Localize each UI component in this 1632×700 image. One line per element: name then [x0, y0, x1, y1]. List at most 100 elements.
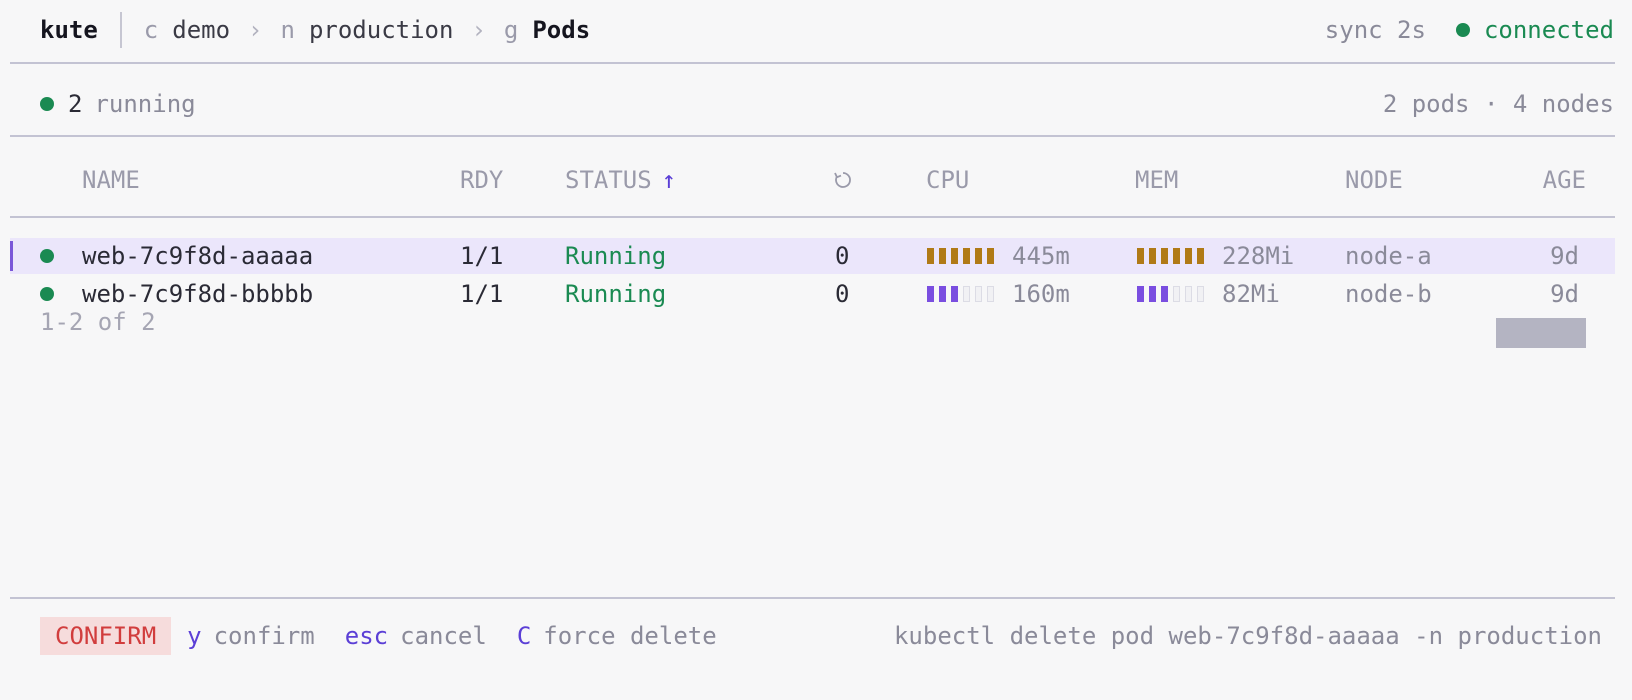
- column-header-node[interactable]: NODE: [1345, 156, 1403, 204]
- column-header-mem[interactable]: MEM: [1135, 156, 1178, 204]
- breadcrumb-resource[interactable]: g Pods: [504, 16, 590, 44]
- connection-status: sync 2s connected: [1325, 16, 1614, 44]
- pod-ready: 1/1: [460, 280, 504, 308]
- meter-segment: [1161, 248, 1168, 264]
- column-header-restarts[interactable]: [832, 156, 854, 204]
- meter-segment: [1185, 248, 1192, 264]
- table-row[interactable]: web-7c9f8d-aaaaa 1/1 Running 0 445m 228M…: [10, 238, 1615, 274]
- pod-age: 9d: [1550, 280, 1579, 308]
- meter-segment: [1197, 248, 1204, 264]
- column-header-ready[interactable]: RDY: [460, 156, 503, 204]
- top-bar: kute c demo › n production › g Pods sync 2s…: [40, 0, 1614, 60]
- table-row[interactable]: web-7c9f8d-bbbbb 1/1 Running 0 160m 82Mi…: [10, 276, 1615, 312]
- breadcrumb-value: production: [308, 16, 454, 44]
- breadcrumb: c demo › n production › g Pods: [144, 16, 590, 44]
- restart-icon: [834, 172, 851, 188]
- meter-segment: [951, 286, 958, 302]
- pod-mem-value: 82Mi: [1222, 280, 1280, 308]
- scrollbar-thumb[interactable]: [1496, 318, 1586, 348]
- connection-label: connected: [1483, 16, 1614, 44]
- breadcrumb-context[interactable]: c demo: [144, 16, 230, 44]
- cpu-usage-meter: [927, 286, 994, 302]
- footer-bar: CONFIRM y confirm esc cancel C force del…: [40, 616, 1602, 656]
- chevron-right-icon: ›: [248, 16, 263, 44]
- breadcrumb-namespace[interactable]: n production: [281, 16, 454, 44]
- column-header-cpu[interactable]: CPU: [926, 156, 969, 204]
- meter-segment: [963, 286, 970, 302]
- meter-segment: [1149, 248, 1156, 264]
- pagination-label: 1-2 of 2: [40, 308, 156, 336]
- pod-status: Running: [565, 242, 667, 270]
- meter-segment: [975, 248, 982, 264]
- pod-node: node-a: [1345, 242, 1432, 270]
- pod-name: web-7c9f8d-aaaaa: [82, 242, 314, 270]
- mem-usage-meter: [1137, 248, 1204, 264]
- pod-age: 9d: [1550, 242, 1579, 270]
- keybind-label: confirm: [213, 622, 315, 650]
- sync-interval: sync 2s: [1324, 16, 1426, 44]
- breadcrumb-key: g: [503, 16, 519, 44]
- keybind-key: y: [187, 622, 202, 650]
- meter-segment: [975, 286, 982, 302]
- pod-ready: 1/1: [460, 242, 504, 270]
- keybind-force-delete[interactable]: C force delete: [501, 622, 717, 650]
- divider: [10, 62, 1615, 64]
- chevron-right-icon: ›: [471, 16, 486, 44]
- meter-segment: [951, 248, 958, 264]
- pod-mem-value: 228Mi: [1222, 242, 1295, 270]
- keybind-label: force delete: [543, 622, 717, 650]
- pod-status-icon: [40, 287, 54, 301]
- meter-segment: [963, 248, 970, 264]
- mem-usage-meter: [1137, 286, 1204, 302]
- meter-segment: [1197, 286, 1204, 302]
- meter-segment: [1137, 286, 1144, 302]
- pod-restarts: 0: [835, 280, 850, 308]
- column-header-status[interactable]: STATUS ↑: [565, 156, 676, 204]
- meter-segment: [939, 286, 946, 302]
- divider: [10, 597, 1615, 599]
- pod-mem: 82Mi: [1137, 276, 1280, 312]
- pod-status-icon: [40, 249, 54, 263]
- column-header-age[interactable]: AGE: [1543, 156, 1586, 204]
- meter-segment: [939, 248, 946, 264]
- keybind-confirm[interactable]: y confirm: [171, 622, 315, 650]
- pod-node: node-b: [1345, 280, 1432, 308]
- meter-segment: [1173, 286, 1180, 302]
- pod-status: Running: [565, 280, 667, 308]
- meter-segment: [927, 248, 934, 264]
- pod-cpu-value: 445m: [1012, 242, 1070, 270]
- pod-cpu: 445m: [927, 238, 1070, 274]
- pod-cpu-value: 160m: [1012, 280, 1070, 308]
- cpu-usage-meter: [927, 248, 994, 264]
- cluster-stats: 2 pods · 4 nodes: [1382, 90, 1614, 118]
- sort-ascending-icon: ↑: [661, 166, 677, 194]
- running-label: running: [94, 90, 196, 118]
- meter-segment: [1161, 286, 1168, 302]
- divider: [10, 135, 1615, 137]
- running-status-icon: [40, 97, 54, 111]
- meter-segment: [987, 248, 994, 264]
- summary-bar: 2 running 2 pods · 4 nodes: [40, 84, 1614, 124]
- title-divider: [119, 12, 122, 48]
- mode-badge: CONFIRM: [40, 617, 172, 655]
- meter-segment: [987, 286, 994, 302]
- command-preview: kubectl delete pod web-7c9f8d-aaaaa -n p…: [893, 622, 1602, 650]
- meter-segment: [1137, 248, 1144, 264]
- pod-cpu: 160m: [927, 276, 1070, 312]
- pod-restarts: 0: [835, 242, 850, 270]
- pod-mem: 228Mi: [1137, 238, 1294, 274]
- connection-status-icon: [1455, 23, 1470, 37]
- app-window: kute c demo › n production › g Pods sync 2s…: [0, 0, 1632, 700]
- table-header: NAME RDY STATUS ↑ CPU MEM NODE AGE: [0, 156, 1632, 204]
- meter-segment: [1185, 286, 1192, 302]
- running-count: 2: [68, 90, 83, 118]
- selection-indicator: [10, 241, 13, 271]
- keybind-key: C: [516, 622, 532, 650]
- column-header-status-label: STATUS: [565, 166, 652, 194]
- column-header-name[interactable]: NAME: [82, 156, 140, 204]
- breadcrumb-value: demo: [172, 16, 231, 44]
- breadcrumb-key: n: [280, 16, 295, 44]
- meter-segment: [927, 286, 934, 302]
- keybind-label: cancel: [400, 622, 487, 650]
- keybind-cancel[interactable]: esc cancel: [329, 622, 487, 650]
